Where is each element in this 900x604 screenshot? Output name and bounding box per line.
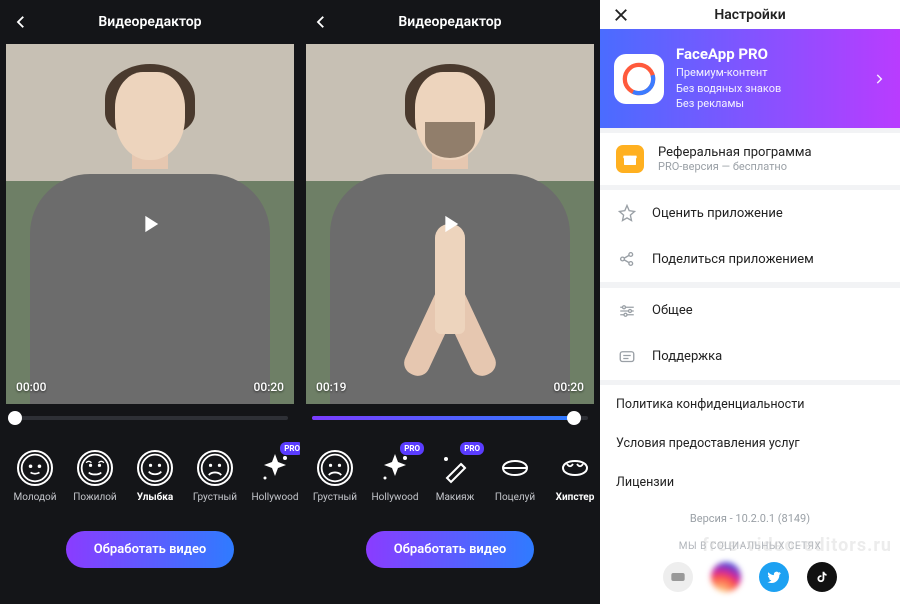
editor-panel-1: Видеоредактор 00:00 00:20 Молодой Пожилой…: [0, 0, 300, 604]
filter-label: Макияж: [436, 492, 475, 503]
filter-makeup[interactable]: PROМакияж: [428, 450, 482, 503]
back-button[interactable]: [312, 13, 330, 31]
sad-icon: [197, 450, 233, 486]
video-preview[interactable]: 00:00 00:20: [6, 44, 294, 404]
settings-panel: Настройки FaceApp PRO Премиум-контент Бе…: [600, 0, 900, 604]
smile-icon: [137, 450, 173, 486]
page-title: Настройки: [714, 7, 785, 23]
licenses-link[interactable]: Лицензии: [600, 463, 900, 502]
filter-sad[interactable]: Грустный: [308, 450, 362, 503]
filter-label: Пожилой: [73, 492, 116, 503]
filter-label: Грустный: [193, 492, 237, 503]
old-icon: [77, 450, 113, 486]
time-current: 00:19: [316, 380, 346, 394]
chat-icon: [616, 346, 638, 368]
tiktok-icon[interactable]: [807, 562, 837, 592]
time-total: 00:20: [554, 380, 584, 394]
hipster-icon: [557, 450, 593, 486]
pro-banner[interactable]: FaceApp PRO Премиум-контент Без водяных …: [600, 29, 900, 127]
share-item[interactable]: Поделиться приложением: [600, 236, 900, 282]
filter-strip[interactable]: Молодой Пожилой Улыбка Грустный PROHollywood…: [0, 426, 300, 513]
pro-title: FaceApp PRO: [676, 45, 860, 63]
chevron-right-icon: [872, 72, 886, 86]
item-label: Общее: [652, 303, 693, 318]
share-icon: [616, 248, 638, 270]
faceapp-logo-icon: [614, 54, 664, 104]
terms-link[interactable]: Условия предоставления услуг: [600, 424, 900, 463]
social-links: [600, 562, 900, 604]
youtube-icon[interactable]: [663, 562, 693, 592]
filter-label: Грустный: [313, 492, 357, 503]
filter-sparkle[interactable]: PROHollywood: [248, 450, 300, 503]
twitter-icon[interactable]: [759, 562, 789, 592]
close-button[interactable]: [612, 6, 630, 24]
sad-icon: [317, 450, 353, 486]
header: Настройки: [600, 0, 900, 29]
filter-sparkle[interactable]: PROHollywood: [368, 450, 422, 503]
sparkle-icon: [377, 450, 413, 486]
instagram-icon[interactable]: [711, 562, 741, 592]
privacy-link[interactable]: Политика конфиденциальности: [600, 385, 900, 424]
gift-icon: [616, 145, 644, 173]
process-button[interactable]: Обработать видео: [66, 531, 235, 568]
progress-slider[interactable]: [12, 416, 288, 420]
item-label: Поддержка: [652, 349, 722, 364]
version-text: Версия - 10.2.0.1 (8149): [600, 502, 900, 535]
item-label: Поделиться приложением: [652, 252, 814, 267]
filter-sad[interactable]: Грустный: [188, 450, 242, 503]
social-heading: МЫ В СОЦИАЛЬНЫХ СЕТЯХ: [600, 535, 900, 562]
filter-label: Хипстер: [556, 492, 595, 503]
play-icon[interactable]: [136, 210, 164, 238]
filter-label: Hollywood: [252, 492, 299, 503]
progress-slider[interactable]: [312, 416, 588, 420]
filter-hipster[interactable]: Хипстер: [548, 450, 600, 503]
time-total: 00:20: [254, 380, 284, 394]
young-icon: [17, 450, 53, 486]
general-item[interactable]: Общее: [600, 288, 900, 334]
video-preview[interactable]: 00:19 00:20: [306, 44, 594, 404]
page-title: Видеоредактор: [98, 14, 201, 30]
filter-strip[interactable]: Грустный PROHollywoodPROМакияж Поцелуй Хипс…: [300, 426, 600, 513]
header: Видеоредактор: [300, 0, 600, 44]
makeup-icon: [437, 450, 473, 486]
filter-label: Hollywood: [372, 492, 419, 503]
filter-label: Молодой: [14, 492, 57, 503]
item-label: Оценить приложение: [652, 206, 783, 221]
kiss-icon: [497, 450, 533, 486]
header: Видеоредактор: [0, 0, 300, 44]
filter-label: Улыбка: [137, 492, 174, 503]
filter-old[interactable]: Пожилой: [68, 450, 122, 503]
editor-panel-2: Видеоредактор 00:19 00:20 Грустный PROHol…: [300, 0, 600, 604]
support-item[interactable]: Поддержка: [600, 334, 900, 380]
filter-young[interactable]: Молодой: [8, 450, 62, 503]
back-button[interactable]: [12, 13, 30, 31]
page-title: Видеоредактор: [398, 14, 501, 30]
process-button[interactable]: Обработать видео: [366, 531, 535, 568]
referral-item[interactable]: Реферальная программа PRO-версия — беспл…: [600, 133, 900, 185]
star-icon: [616, 202, 638, 224]
time-current: 00:00: [16, 380, 46, 394]
filter-smile[interactable]: Улыбка: [128, 450, 182, 503]
rate-item[interactable]: Оценить приложение: [600, 190, 900, 236]
sparkle-icon: [257, 450, 293, 486]
sliders-icon: [616, 300, 638, 322]
filter-kiss[interactable]: Поцелуй: [488, 450, 542, 503]
item-label: Реферальная программа: [658, 145, 812, 160]
filter-label: Поцелуй: [495, 492, 535, 503]
play-icon[interactable]: [436, 210, 464, 238]
